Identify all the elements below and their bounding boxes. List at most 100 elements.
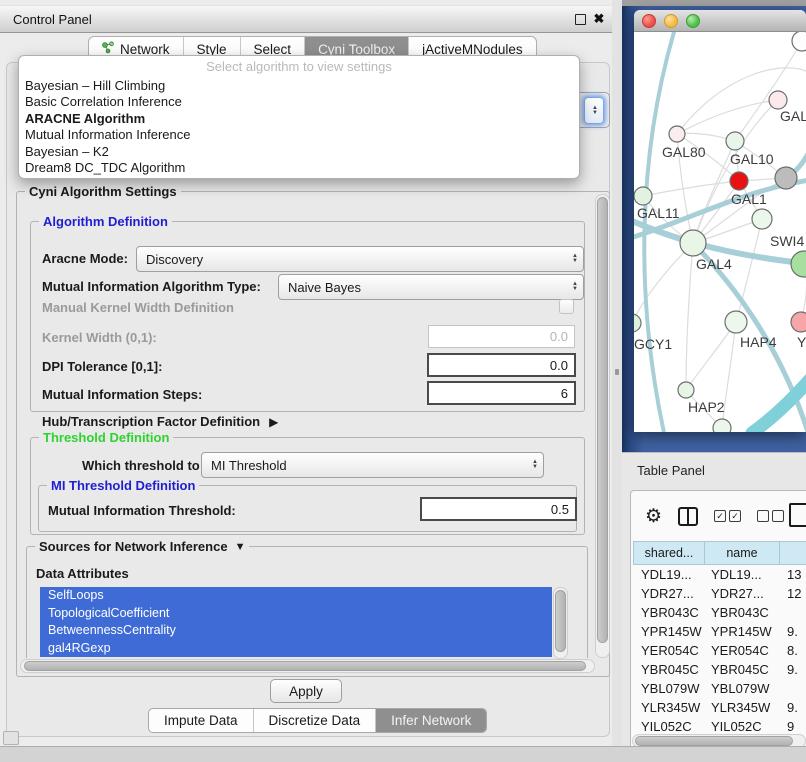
table-row[interactable]: YBL079WYBL079W (633, 679, 806, 698)
algorithm-option[interactable]: Bayesian – K2 (19, 144, 579, 160)
data-attributes-list[interactable]: SelfLoops TopologicalCoefficient Between… (40, 587, 552, 657)
network-node-label: HAP4 (740, 334, 777, 350)
column-header[interactable] (780, 541, 806, 565)
network-node[interactable] (775, 167, 797, 189)
manual-kernel-label: Manual Kernel Width Definition (42, 300, 234, 315)
network-node[interactable] (730, 172, 748, 190)
table-cell: YDR27... (633, 584, 703, 603)
splitter-handle[interactable] (615, 369, 619, 375)
network-edge[interactable] (686, 243, 693, 390)
mi-threshold-group-title: MI Threshold Definition (47, 478, 199, 493)
scrollbar-thumb[interactable] (597, 197, 608, 643)
kernel-width-input[interactable]: 0.0 (428, 325, 575, 348)
minimize-traffic-light-icon[interactable] (664, 14, 678, 28)
dpi-tolerance-input[interactable]: 0.0 (427, 353, 576, 377)
network-edge[interactable] (736, 219, 762, 322)
network-node[interactable] (678, 382, 694, 398)
network-node[interactable] (634, 314, 641, 332)
mi-type-select[interactable]: Naive Bayes ▲ ▼ (278, 274, 584, 300)
scrollbar-thumb[interactable] (555, 590, 566, 652)
column-header[interactable]: shared... (633, 541, 705, 565)
aracne-mode-select[interactable]: Discovery ▲ ▼ (136, 246, 584, 272)
sources-group-title-row[interactable]: Sources for Network Inference ▼ (35, 539, 249, 554)
list-item[interactable]: BetweennessCentrality (40, 622, 552, 640)
table-panel-container: ⚙ ✓ ✓ shared... name YDL19...YDL19...13Y… (630, 490, 806, 750)
settings-horizontal-scrollbar[interactable] (20, 659, 595, 673)
mi-type-label: Mutual Information Algorithm Type: (42, 279, 261, 294)
network-node[interactable] (713, 419, 731, 432)
algorithm-option[interactable]: Basic Correlation Inference (19, 94, 579, 110)
tab-infer-network[interactable]: Infer Network (375, 709, 486, 732)
network-node[interactable] (752, 209, 772, 229)
close-icon[interactable]: ✖ (586, 11, 612, 27)
algorithm-option[interactable]: Bayesian – Hill Climbing (19, 78, 579, 94)
select-all-checkboxes-icon[interactable]: ✓ ✓ (714, 510, 741, 522)
network-node[interactable] (791, 312, 806, 332)
network-node[interactable] (792, 32, 806, 51)
table-row[interactable]: YBR043CYBR043C (633, 603, 806, 622)
algorithm-dropdown-popup: Select algorithm to view settings Bayesi… (18, 55, 580, 179)
table-cell: YBR043C (703, 603, 777, 622)
list-item[interactable]: SelfLoops (40, 587, 552, 605)
mi-threshold-input[interactable]: 0.5 (420, 497, 577, 521)
network-node[interactable] (634, 187, 652, 205)
apply-button[interactable]: Apply (270, 679, 342, 703)
network-node-label: GAL80 (662, 144, 706, 160)
scrollbar-thumb[interactable] (24, 661, 586, 671)
column-header[interactable]: name (705, 541, 780, 565)
algorithm-option-selected[interactable]: ARACNE Algorithm (19, 111, 579, 127)
control-panel-title: Control Panel (0, 12, 92, 27)
table-row[interactable]: YPR145WYPR145W9. (633, 622, 806, 641)
hub-definition-toggle[interactable]: Hub/Transcription Factor Definition ▶ (42, 414, 278, 429)
network-window-titlebar[interactable] (634, 10, 806, 32)
data-attributes-label: Data Attributes (36, 566, 129, 581)
manual-kernel-checkbox[interactable] (559, 299, 574, 314)
control-panel-titlebar: Control Panel ✖ (0, 5, 612, 33)
spinner-arrows-icon: ▲ ▼ (567, 282, 583, 292)
tab-impute-data[interactable]: Impute Data (149, 709, 253, 732)
tab-discretize-data[interactable]: Discretize Data (253, 709, 376, 732)
settings-vertical-scrollbar[interactable] (595, 194, 610, 658)
attributes-vertical-scrollbar[interactable] (553, 587, 568, 659)
scrollbar-thumb[interactable] (635, 736, 793, 746)
network-node[interactable] (725, 311, 747, 333)
zoom-traffic-light-icon[interactable] (686, 14, 700, 28)
checked-box-icon: ✓ (729, 510, 741, 522)
table-cell: YDL19... (633, 565, 703, 584)
float-window-icon[interactable] (575, 14, 586, 25)
sources-group-title: Sources for Network Inference (39, 539, 228, 554)
network-edge[interactable] (677, 100, 778, 134)
algorithm-combobox-spinner[interactable]: ▲ ▼ (584, 97, 604, 124)
network-canvas[interactable]: GALGAL80GAL10GAL1GAL11SWI4GAL4GCY1HAP4YH… (634, 32, 806, 432)
document-icon[interactable] (789, 503, 806, 527)
deselect-all-checkboxes-icon[interactable] (757, 510, 784, 522)
algorithm-option[interactable]: Dream8 DC_TDC Algorithm (19, 160, 579, 176)
table-row[interactable]: YER054CYER054C8. (633, 641, 806, 660)
table-row[interactable]: YLR345WYLR345W9. (633, 698, 806, 717)
network-node[interactable] (669, 126, 685, 142)
network-edge[interactable] (643, 181, 739, 196)
collapsed-panel-icon[interactable] (3, 731, 19, 745)
table-row[interactable]: YDR27...YDR27...12 (633, 584, 806, 603)
network-node[interactable] (726, 132, 744, 150)
panel-splitter[interactable] (612, 0, 622, 762)
table-row[interactable]: YDL19...YDL19...13 (633, 565, 806, 584)
algorithm-option[interactable]: Mutual Information Inference (19, 127, 579, 143)
list-item[interactable]: TopologicalCoefficient (40, 605, 552, 623)
mi-steps-input[interactable]: 6 (427, 381, 576, 405)
network-node[interactable] (680, 230, 706, 256)
network-node[interactable] (769, 91, 787, 109)
close-traffic-light-icon[interactable] (642, 14, 656, 28)
columns-icon[interactable] (678, 507, 698, 526)
table-row[interactable]: YBR045CYBR045C9. (633, 660, 806, 679)
network-node-label: GAL11 (637, 205, 680, 221)
table-cell: YLR345W (633, 698, 703, 717)
network-node[interactable] (791, 251, 806, 277)
table-cell: YBR043C (633, 603, 703, 622)
gear-icon[interactable]: ⚙ (645, 505, 662, 528)
network-edge[interactable] (735, 41, 802, 141)
list-item[interactable]: gal4RGexp (40, 640, 552, 658)
which-threshold-select[interactable]: MI Threshold ▲ ▼ (201, 452, 544, 478)
table-cell: YBR045C (633, 660, 703, 679)
spinner-arrows-icon: ▲ ▼ (587, 106, 603, 116)
